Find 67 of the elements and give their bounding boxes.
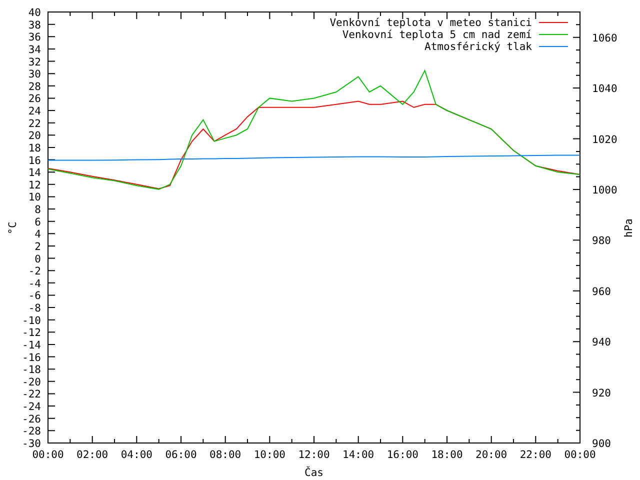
tick-label: 26 (28, 93, 41, 106)
tick-label: -24 (22, 401, 41, 414)
tick-label: -14 (22, 339, 41, 352)
tick-label: -8 (28, 302, 41, 315)
tick-label: 14:00 (342, 449, 374, 461)
axis-title: Čas (304, 467, 324, 479)
tick-label: 10:00 (254, 449, 286, 461)
axis-title: hPa (623, 218, 635, 238)
tick-label: 28 (28, 80, 41, 93)
tick-label: 06:00 (165, 449, 197, 461)
tick-label: 30 (28, 68, 41, 81)
tick-label: 20 (28, 130, 41, 142)
tick-label: 20:00 (476, 449, 508, 461)
tick-label: 1060 (592, 32, 618, 44)
tick-label: 8 (34, 204, 41, 216)
tick-label: 16:00 (386, 449, 418, 461)
tick-label: -26 (22, 413, 41, 426)
tick-label: 22:00 (520, 449, 552, 461)
tick-label: 00:00 (32, 449, 64, 461)
tick-label: 6 (34, 216, 41, 228)
tick-label: 24 (28, 106, 41, 118)
tick-label: -12 (22, 327, 41, 340)
tick-label: -2 (28, 266, 41, 278)
tick-label: 16 (28, 154, 41, 167)
tick-label: 36 (28, 32, 41, 44)
tick-label: 32 (28, 56, 41, 68)
tick-label: 22 (28, 118, 41, 130)
legend-label: Venkovní teplota 5 cm nad zemí (342, 29, 532, 41)
tick-label: 940 (592, 336, 611, 349)
tick-label: 920 (592, 387, 611, 400)
tick-label: 38 (28, 19, 41, 32)
tick-label: 18 (28, 142, 41, 154)
tick-label: 900 (592, 438, 611, 450)
tick-label: -6 (28, 290, 41, 302)
tick-label: 4 (34, 228, 41, 241)
tick-label: 14 (28, 167, 41, 180)
tick-label: 980 (592, 235, 611, 248)
tick-label: 34 (28, 44, 41, 56)
tick-label: 10 (28, 192, 41, 204)
tick-label: 02:00 (76, 449, 108, 461)
tick-label: 08:00 (210, 449, 242, 461)
tick-label: -10 (22, 314, 41, 327)
tick-label: 12 (28, 179, 41, 192)
tick-label: -22 (22, 388, 41, 401)
tick-label: 04:00 (120, 449, 152, 461)
tick-label: 00:00 (564, 449, 596, 461)
tick-label: 1040 (592, 83, 618, 96)
tick-label: -16 (22, 352, 41, 364)
tick-label: -4 (28, 278, 41, 290)
tick-label: 12:00 (298, 449, 330, 461)
tick-label: -30 (22, 438, 41, 450)
legend-line (538, 46, 568, 47)
tick-label: -18 (22, 364, 41, 376)
tick-label: 0 (34, 253, 41, 266)
tick-label: 1020 (592, 134, 618, 146)
tick-label: 18:00 (431, 449, 463, 461)
tick-label: 1000 (592, 184, 618, 196)
tick-label: 40 (28, 7, 41, 19)
tick-label: -20 (22, 376, 41, 388)
tick-label: -28 (22, 426, 41, 438)
legend-label: Atmosférický tlak (424, 41, 532, 53)
tick-label: 2 (34, 240, 41, 253)
axis-title: °C (7, 222, 19, 234)
legend-line (538, 22, 568, 23)
tick-label: 960 (592, 286, 611, 298)
legend-line (538, 34, 568, 35)
legend-label: Venkovní teplota v meteo stanici (330, 17, 532, 29)
